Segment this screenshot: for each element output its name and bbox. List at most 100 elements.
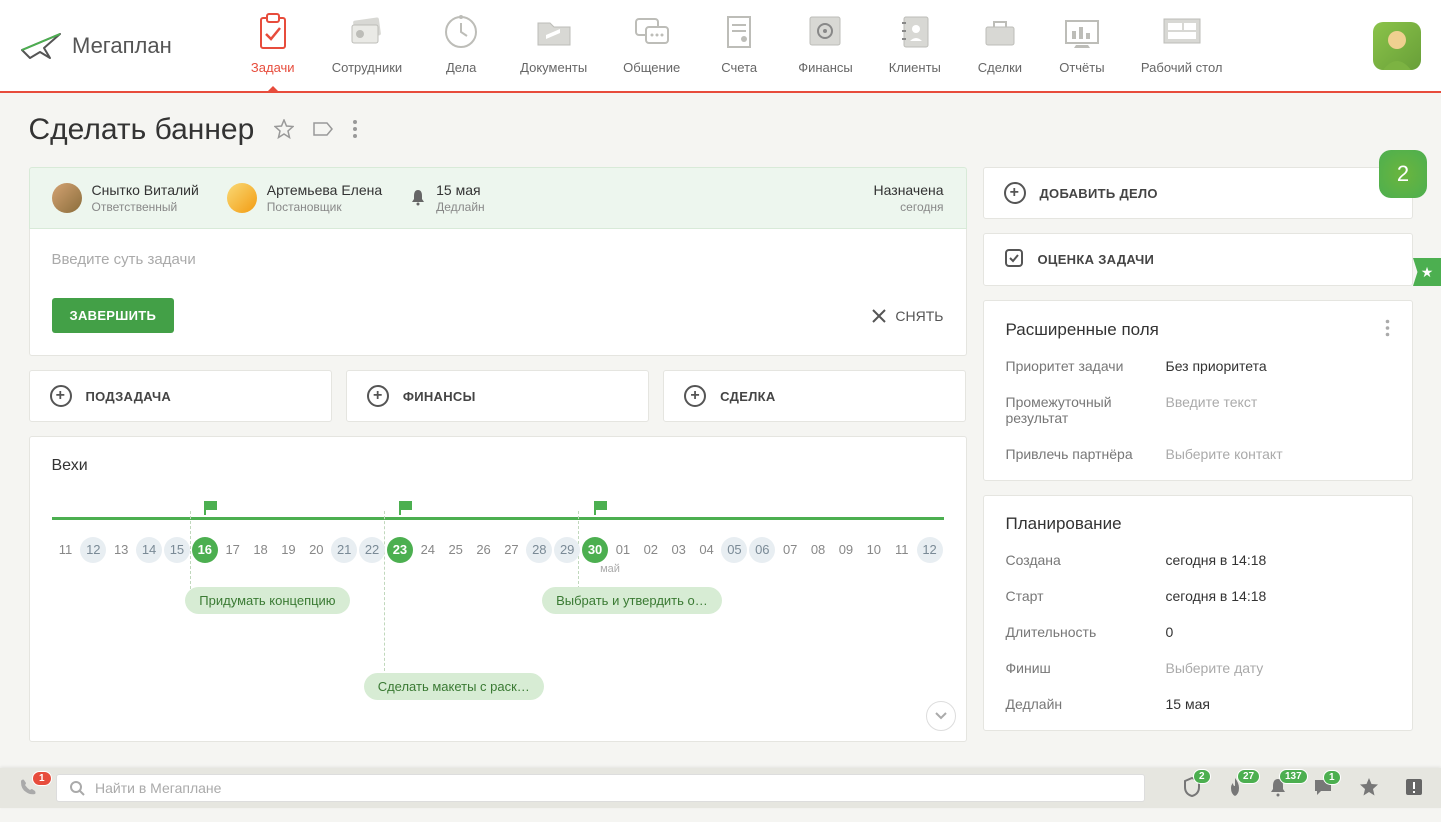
timeline-day[interactable]: 11 (888, 537, 916, 563)
bell-button[interactable]: 137 (1269, 777, 1287, 800)
timeline-day[interactable]: 08 (804, 537, 832, 563)
scroll-down-button[interactable] (926, 701, 956, 731)
favorites-button[interactable] (1359, 777, 1379, 800)
deadline-label: Дедлайн (436, 200, 485, 214)
bottom-bar: 1 Найти в Мегаплане 2 27 137 1 (0, 768, 1441, 808)
timeline-day[interactable]: 20 (302, 537, 330, 563)
more-vert-icon[interactable] (352, 119, 358, 142)
nav-documents[interactable]: Документы (502, 2, 605, 89)
timeline-day[interactable]: 06 (748, 537, 776, 563)
chat-button[interactable]: 1 (1313, 778, 1333, 799)
nav-deals[interactable]: Дела (420, 2, 502, 89)
field-value: 0 (1166, 624, 1174, 640)
checklist-icon (1004, 248, 1024, 271)
timeline-day[interactable]: 03 (665, 537, 693, 563)
field-interim[interactable]: Промежуточный результат Введите текст (984, 384, 1412, 436)
responsible-person[interactable]: Снытко Виталий Ответственный (52, 182, 199, 214)
tag-icon[interactable] (312, 120, 334, 141)
timeline-day[interactable]: 21 (330, 537, 358, 563)
field-deadline[interactable]: Дедлайн 15 мая (984, 686, 1412, 730)
field-priority[interactable]: Приоритет задачи Без приоритета (984, 348, 1412, 384)
nav-tasks[interactable]: Задачи (232, 2, 314, 89)
timeline-day[interactable]: 07 (776, 537, 804, 563)
timeline-day[interactable]: 22 (358, 537, 386, 563)
field-finish[interactable]: Финиш Выберите дату (984, 650, 1412, 686)
timeline[interactable]: 1112131415161718192021222324252627282930… (52, 511, 944, 711)
nav-label: Рабочий стол (1141, 60, 1223, 75)
timeline-day[interactable]: 18 (247, 537, 275, 563)
timeline-day[interactable]: 05 (721, 537, 749, 563)
nav-invoices[interactable]: Счета (698, 2, 780, 89)
notification-badge[interactable]: 2 (1379, 150, 1427, 198)
timeline-day[interactable]: 02 (637, 537, 665, 563)
creator-person[interactable]: Артемьева Елена Постановщик (227, 182, 382, 214)
deadline-block[interactable]: 15 мая Дедлайн (410, 182, 485, 214)
field-label: Промежуточный результат (1006, 394, 1166, 426)
nav-label: Счета (721, 60, 757, 75)
complete-button[interactable]: ЗАВЕРШИТЬ (52, 298, 175, 333)
nav-clients[interactable]: Клиенты (871, 2, 959, 89)
task-description-input[interactable]: Введите суть задачи (52, 251, 944, 268)
timeline-day[interactable]: 10 (860, 537, 888, 563)
phone-button[interactable]: 1 (18, 777, 38, 800)
timeline-day[interactable]: 13 (107, 537, 135, 563)
remove-button[interactable]: СНЯТЬ (871, 308, 943, 324)
timeline-day[interactable]: 16 (191, 537, 219, 563)
nav-sales[interactable]: Сделки (959, 2, 1041, 89)
folder-icon (531, 12, 577, 52)
add-deal-button[interactable]: + СДЕЛКА (663, 370, 966, 422)
add-subtask-button[interactable]: + ПОДЗАДАЧА (29, 370, 332, 422)
add-activity-button[interactable]: + ДОБАВИТЬ ДЕЛО (983, 167, 1413, 219)
timeline-day[interactable]: 26 (470, 537, 498, 563)
timeline-day[interactable]: 24 (414, 537, 442, 563)
nav-finance[interactable]: Финансы (780, 2, 871, 89)
plus-circle-icon: + (1004, 182, 1026, 204)
more-vert-icon[interactable] (1385, 319, 1390, 340)
field-partner[interactable]: Привлечь партнёра Выберите контакт (984, 436, 1412, 480)
timeline-day[interactable]: 01 (609, 537, 637, 563)
nav-dashboard[interactable]: Рабочий стол (1123, 2, 1241, 89)
field-start[interactable]: Старт сегодня в 14:18 (984, 578, 1412, 614)
plus-circle-icon: + (50, 385, 72, 407)
status-sub: сегодня (874, 200, 944, 214)
month-label: май (600, 563, 620, 575)
timeline-day[interactable]: 27 (498, 537, 526, 563)
nav-reports[interactable]: Отчёты (1041, 2, 1123, 89)
timeline-day[interactable]: 12 (916, 537, 944, 563)
milestone-chip[interactable]: Придумать концепцию (185, 587, 349, 614)
timeline-line (52, 517, 944, 520)
timeline-day[interactable]: 14 (135, 537, 163, 563)
milestone-chip[interactable]: Выбрать и утвердить о… (542, 587, 722, 614)
milestone-chip[interactable]: Сделать макеты с раск… (364, 673, 544, 700)
task-evaluation-button[interactable]: ОЦЕНКА ЗАДАЧИ (983, 233, 1413, 286)
receipt-icon (716, 12, 762, 52)
timeline-day[interactable]: 29 (553, 537, 581, 563)
nav-communication[interactable]: Общение (605, 2, 698, 89)
timeline-day[interactable]: 19 (275, 537, 303, 563)
title-row: Сделать баннер (29, 113, 1413, 147)
milestones-title: Вехи (52, 457, 944, 475)
field-duration[interactable]: Длительность 0 (984, 614, 1412, 650)
fire-button[interactable]: 27 (1227, 777, 1243, 800)
timeline-day[interactable]: 09 (832, 537, 860, 563)
user-avatar[interactable] (1373, 22, 1421, 70)
shield-button[interactable]: 2 (1183, 777, 1201, 800)
add-finance-button[interactable]: + ФИНАНСЫ (346, 370, 649, 422)
star-icon[interactable] (274, 119, 294, 142)
timeline-day[interactable]: 17 (219, 537, 247, 563)
timeline-day[interactable]: 28 (525, 537, 553, 563)
nav-employees[interactable]: Сотрудники (314, 2, 420, 89)
logo[interactable]: Мегаплан (20, 30, 172, 62)
global-search[interactable]: Найти в Мегаплане (56, 774, 1145, 802)
timeline-day[interactable]: 25 (442, 537, 470, 563)
alert-button[interactable] (1405, 778, 1423, 799)
timeline-day[interactable]: 30 (581, 537, 609, 563)
timeline-day[interactable]: 11 (52, 537, 80, 563)
add-label: ПОДЗАДАЧА (86, 389, 172, 404)
timeline-day[interactable]: 12 (79, 537, 107, 563)
nav-label: Отчёты (1059, 60, 1104, 75)
timeline-day[interactable]: 15 (163, 537, 191, 563)
timeline-day[interactable]: 04 (693, 537, 721, 563)
timeline-day[interactable]: 23 (386, 537, 414, 563)
task-body: Введите суть задачи ЗАВЕРШИТЬ СНЯТЬ (29, 229, 967, 356)
